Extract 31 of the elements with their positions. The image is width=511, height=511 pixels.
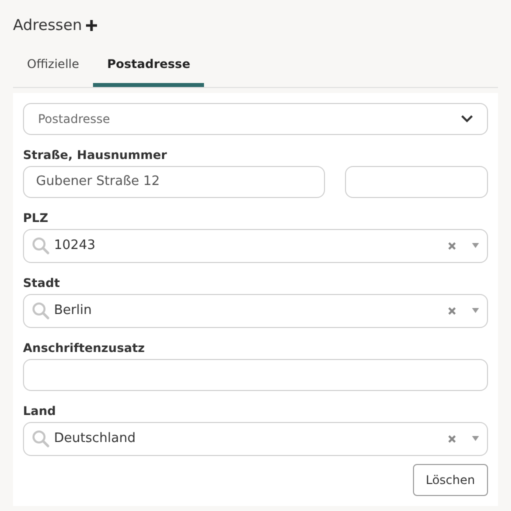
clear-icon[interactable] <box>448 242 456 250</box>
delete-button[interactable]: Löschen <box>412 464 488 496</box>
search-icon <box>32 236 50 254</box>
input-field[interactable] <box>23 358 488 390</box>
chevron-down-icon <box>461 114 473 122</box>
field-value: Berlin <box>54 302 93 320</box>
field-label: PLZ <box>23 210 50 226</box>
search-icon <box>32 430 50 448</box>
add-icon[interactable] <box>86 20 97 31</box>
search-select-field[interactable]: Berlin <box>23 294 488 328</box>
search-select-field[interactable]: 10243 <box>23 228 488 262</box>
field-value: 10243 <box>54 236 96 255</box>
address-type-dropdown[interactable]: Postadresse <box>23 102 488 134</box>
tab[interactable]: Offizielle <box>13 50 94 86</box>
search-select-field[interactable]: Deutschland <box>23 422 488 456</box>
caret-icon[interactable] <box>472 308 479 313</box>
clear-icon[interactable] <box>448 306 456 314</box>
section-title: Adressen <box>13 15 82 36</box>
field-label: Land <box>23 402 57 420</box>
field-label: Straße, Hausnummer <box>23 146 168 164</box>
search-icon <box>32 302 50 320</box>
clear-icon[interactable] <box>448 434 456 442</box>
caret-icon[interactable] <box>472 243 479 248</box>
dropdown-value: Postadresse <box>38 110 110 128</box>
house-number-field[interactable] <box>345 166 488 198</box>
field-label: Anschriftenzusatz <box>23 340 146 356</box>
field-value: Deutschland <box>54 430 137 448</box>
street-field[interactable]: Gubener Straße 12 <box>23 166 325 198</box>
field-label: Stadt <box>23 274 61 292</box>
caret-icon[interactable] <box>472 436 479 441</box>
tab[interactable]: Postadresse <box>93 50 204 86</box>
